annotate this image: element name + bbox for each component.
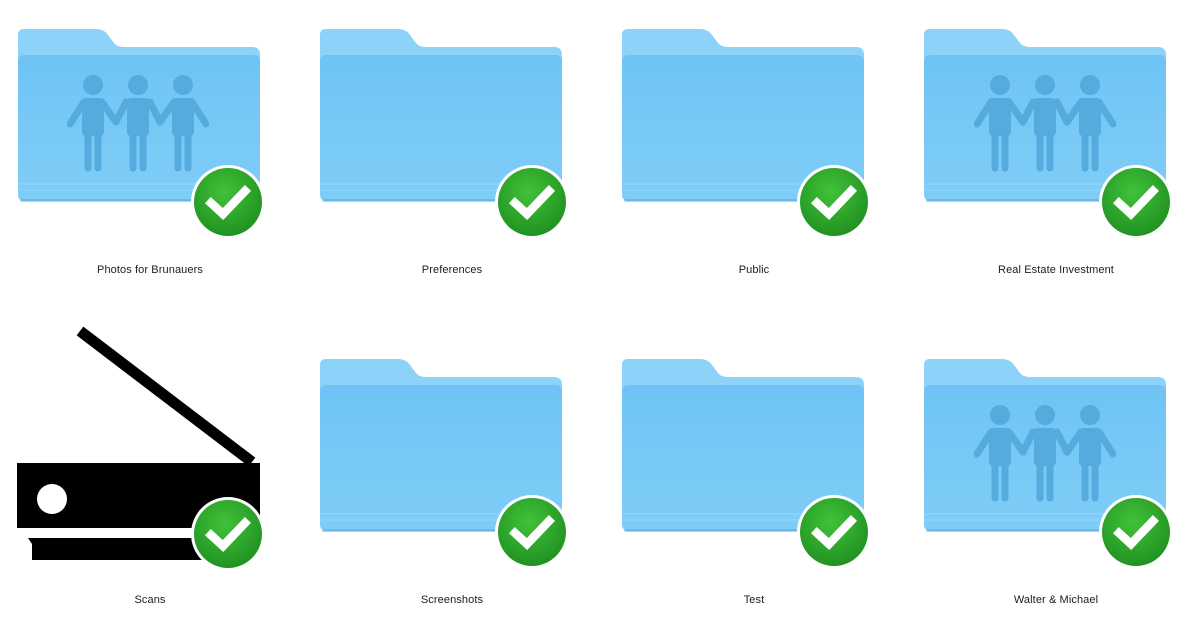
folder-item-screenshots[interactable]: Screenshots bbox=[302, 314, 602, 628]
folder-label: Real Estate Investment bbox=[998, 264, 1114, 276]
folder-label: Scans bbox=[134, 594, 166, 606]
synced-checkmark-badge-icon bbox=[604, 314, 904, 574]
synced-checkmark-badge-icon bbox=[302, 314, 602, 574]
folder-label: Walter & Michael bbox=[1013, 594, 1099, 606]
folder-item-real-estate-investment[interactable]: Real Estate Investment bbox=[906, 0, 1200, 314]
synced-checkmark-badge-icon bbox=[604, 0, 904, 250]
synced-checkmark-badge-icon bbox=[906, 0, 1200, 250]
folder-item-public[interactable]: Public bbox=[604, 0, 904, 314]
folder-label: Test bbox=[743, 594, 765, 606]
folder-item-preferences[interactable]: Preferences bbox=[302, 0, 602, 314]
folder-item-test[interactable]: Test bbox=[604, 314, 904, 628]
folder-label: Photos for Brunauers bbox=[97, 264, 203, 276]
folder-item-scans[interactable]: Scans bbox=[0, 314, 300, 628]
synced-checkmark-badge-icon bbox=[0, 314, 300, 574]
folder-item-walter-and-michael[interactable]: Walter & Michael bbox=[906, 314, 1200, 628]
folder-label: Public bbox=[738, 264, 770, 276]
folder-label: Screenshots bbox=[420, 594, 484, 606]
folder-label: Preferences bbox=[421, 264, 483, 276]
synced-checkmark-badge-icon bbox=[0, 0, 300, 250]
folder-item-photos-for-brunauers[interactable]: Photos for Brunauers bbox=[0, 0, 300, 314]
synced-checkmark-badge-icon bbox=[906, 314, 1200, 574]
synced-checkmark-badge-icon bbox=[302, 0, 602, 250]
